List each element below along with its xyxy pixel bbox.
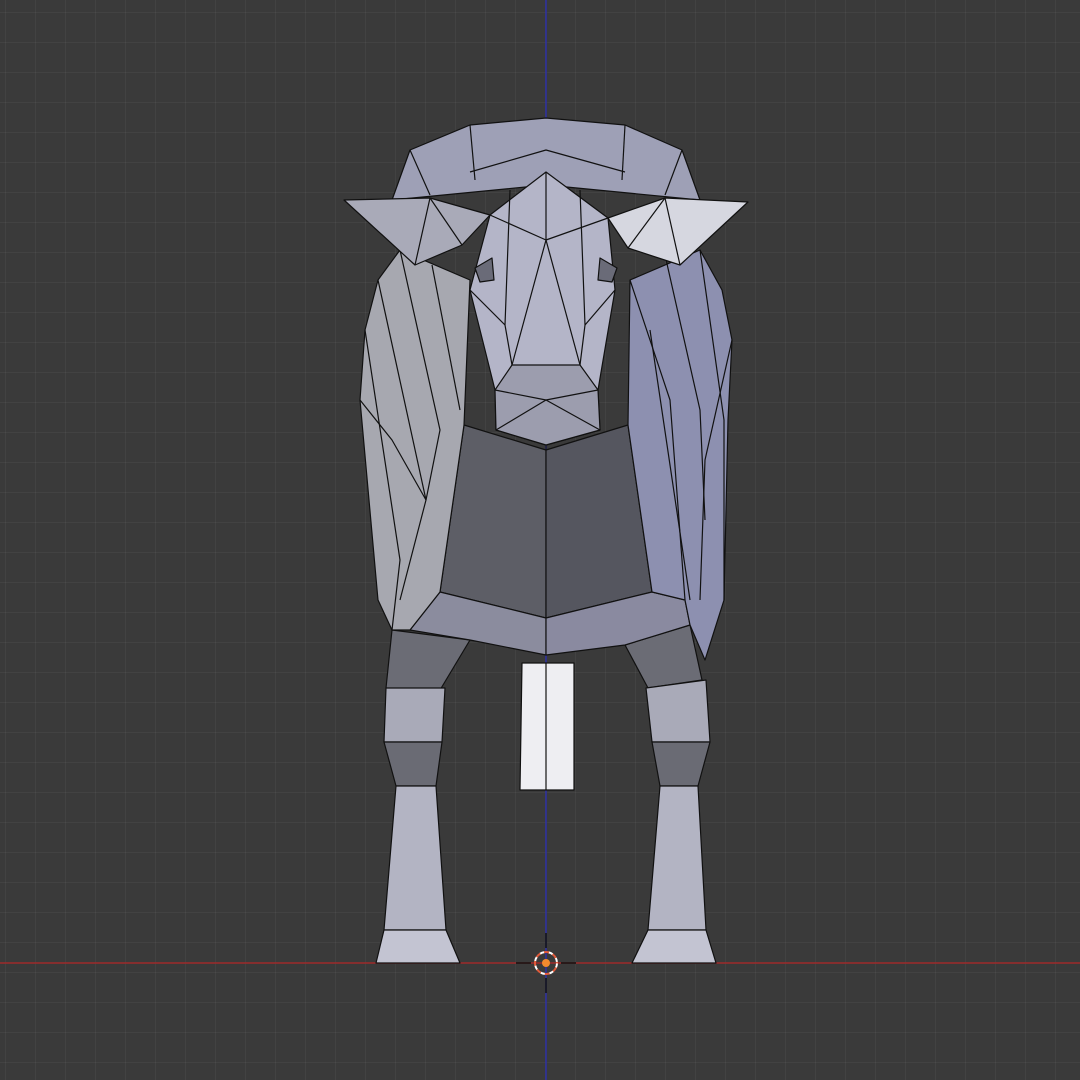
muzzle [494,364,601,446]
viewport-canvas[interactable] [0,0,1080,1080]
right-leg-upper [645,679,711,743]
left-leg-lower [383,785,447,931]
left-leg-upper [383,687,446,743]
tail [519,662,575,791]
right-hoof [631,929,717,964]
left-thigh [385,629,471,691]
left-hoof [375,929,461,964]
right-leg-lower [647,785,707,931]
3d-cursor-icon[interactable] [516,933,576,993]
3d-viewport[interactable] [0,0,1080,1080]
